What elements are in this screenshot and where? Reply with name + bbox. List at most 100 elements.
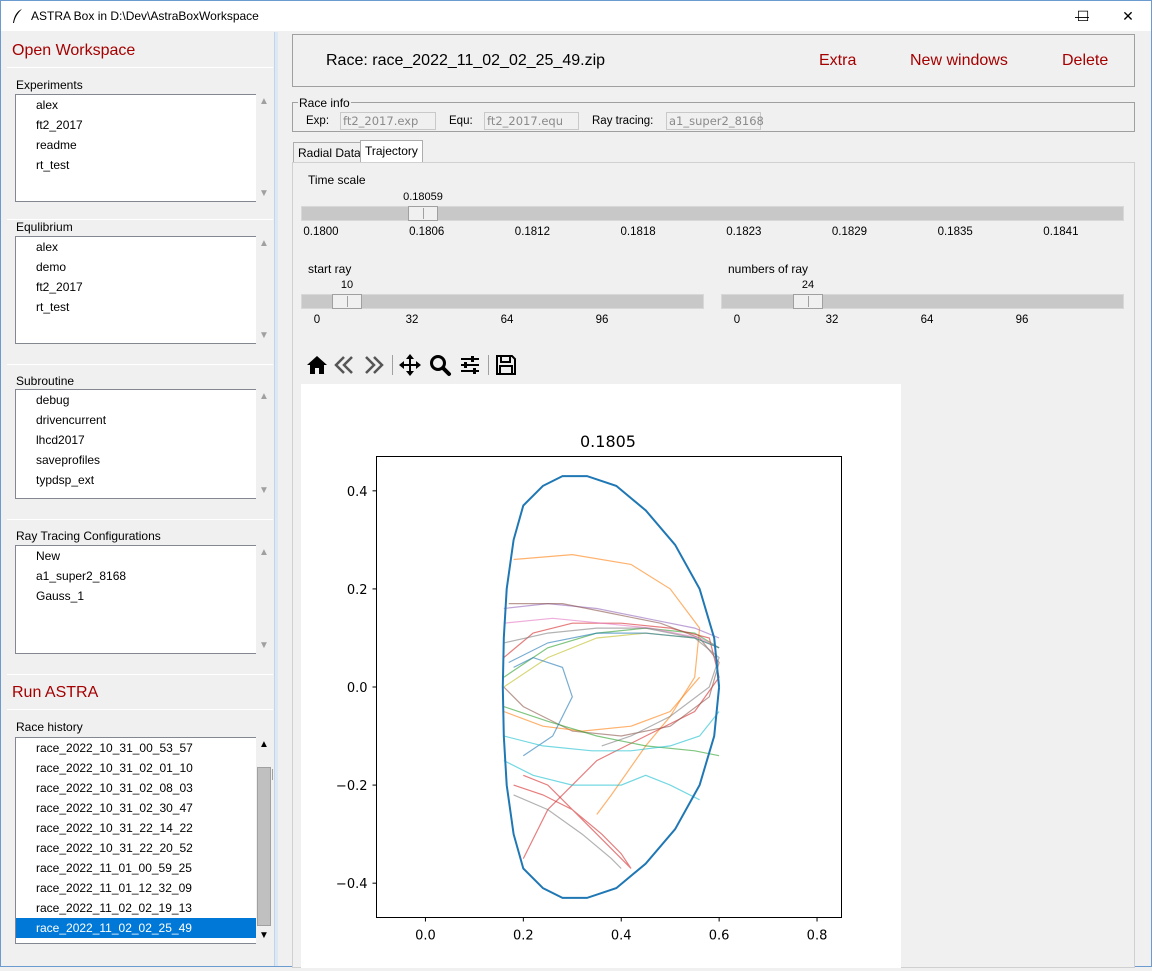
divider [7,709,273,710]
vertical-scrollbar[interactable]: ▲ ▼ [256,94,272,202]
time-scale-slider-thumb[interactable] [408,206,438,221]
start-ray-slider[interactable] [301,294,704,309]
list-item[interactable]: a1_super2_8168 [16,566,256,586]
list-item[interactable]: debug [16,390,256,410]
chart-axes-frame [376,456,842,918]
vertical-scrollbar[interactable]: ▲ ▼ [256,389,272,499]
tab-trajectory[interactable]: Trajectory [360,140,423,163]
scroll-down-icon[interactable]: ▼ [256,328,272,344]
race-info-title: Race info [298,96,351,110]
slider-tick-label: 0.1800 [303,226,339,238]
exp-field[interactable]: ft2_2017.exp [340,112,436,130]
maximize-button[interactable]: ☐ [1060,1,1106,31]
run-astra-heading[interactable]: Run ASTRA [12,684,98,702]
slider-tick-label: 64 [920,314,934,326]
list-item[interactable]: New [16,546,256,566]
list-item[interactable]: readme [16,135,256,155]
race-history-list[interactable]: race_2022_10_31_00_53_57 race_2022_10_31_… [15,737,273,944]
ray-tracing-list[interactable]: New a1_super2_8168 Gauss_1 ▲ ▼ [15,545,272,654]
scroll-down-icon[interactable]: ▼ [256,186,272,202]
x-axis-ticks: 0.0 0.2 0.4 0.6 0.8 [415,917,827,944]
list-item[interactable]: race_2022_10_31_02_30_47 [16,798,256,818]
list-item[interactable]: lhcd2017 [16,430,256,450]
extra-button[interactable]: Extra [819,52,856,70]
pan-icon[interactable] [398,353,422,377]
slider-tick-label: 0.1829 [831,226,868,238]
list-item[interactable]: rt_test [16,297,256,317]
list-item[interactable]: race_2022_10_31_00_53_57 [16,738,256,758]
numbers-of-ray-slider-thumb[interactable] [793,294,823,309]
y-tick-label: 0.4 [347,485,368,500]
scroll-up-icon[interactable]: ▲ [256,389,272,405]
subroutine-list[interactable]: debug drivencurrent lhcd2017 saveprofiles ty… [15,389,272,499]
list-item[interactable]: ft2_2017 [16,277,256,297]
save-icon[interactable] [494,353,518,377]
scroll-up-icon[interactable]: ▲ [256,737,272,753]
list-item[interactable]: race_2022_10_31_02_01_10 [16,758,256,778]
list-item[interactable]: ft2_2017 [16,115,256,135]
list-item[interactable]: demo [16,257,256,277]
list-item[interactable]: race_2022_10_31_22_20_52 [16,838,256,858]
slider-tick-label: 96 [1015,314,1029,326]
numbers-of-ray-value: 24 [801,279,815,291]
list-item[interactable]: race_2022_11_01_00_59_25 [16,858,256,878]
configure-subplots-icon[interactable] [458,353,482,377]
scrollbar-thumb[interactable] [257,767,273,926]
zoom-icon[interactable] [428,353,452,377]
list-item[interactable]: race_2022_10_31_22_14_22 [16,818,256,838]
chart-series-group [503,553,720,869]
scroll-down-icon[interactable]: ▼ [256,638,272,654]
list-item[interactable]: alex [16,237,256,257]
scroll-up-icon[interactable]: ▲ [256,236,272,252]
list-item[interactable]: race_2022_10_31_02_08_03 [16,778,256,798]
tab-radial-data[interactable]: Radial Data [293,142,366,163]
list-item[interactable]: typdsp_ext [16,470,256,490]
time-scale-label: Time scale [308,173,366,187]
list-item[interactable]: Gauss_1 [16,586,256,606]
start-ray-label: start ray [308,262,352,276]
divider [7,674,273,675]
forward-icon[interactable] [361,353,385,377]
experiments-list[interactable]: alex ft2_2017 readme rt_test ▲ ▼ [15,94,272,202]
scroll-down-icon[interactable]: ▼ [256,483,272,499]
pane-splitter[interactable] [274,32,278,966]
window-title: ASTRA Box in D:\Dev\AstraBoxWorkspace [31,9,259,23]
list-item[interactable]: race_2022_11_02_02_19_13 [16,898,256,918]
list-item[interactable]: race_2022_11_01_12_32_09 [16,878,256,898]
scroll-down-icon[interactable]: ▼ [256,928,272,944]
subroutine-label: Subroutine [16,374,75,388]
time-scale-slider[interactable] [301,206,1124,221]
start-ray-slider-thumb[interactable] [332,294,362,309]
delete-button[interactable]: Delete [1062,52,1108,70]
equ-label: Equ: [449,115,473,127]
slider-tick-label: 32 [405,314,419,326]
list-item[interactable]: rt_test [16,155,256,175]
ray-tracing-field-label: Ray tracing: [592,115,654,127]
equilibrium-list[interactable]: alex demo ft2_2017 rt_test ▲ ▼ [15,236,272,344]
slider-tick-label: 0.1841 [1043,226,1079,238]
ray-tracing-field[interactable]: a1_super2_8168 [666,112,764,130]
list-item[interactable]: race_2022_11_02_02_25_49 [16,918,256,938]
close-icon: ✕ [1122,7,1134,24]
scroll-up-icon[interactable]: ▲ [256,94,272,110]
numbers-of-ray-slider[interactable] [721,294,1124,309]
title-bar: ASTRA Box in D:\Dev\AstraBoxWorkspace — … [1,1,1151,31]
scroll-up-icon[interactable]: ▲ [256,545,272,561]
vertical-scrollbar[interactable]: ▲ ▼ [256,236,272,344]
start-ray-value: 10 [340,279,354,291]
new-windows-button[interactable]: New windows [910,52,1008,70]
list-item[interactable]: alex [16,95,256,115]
list-item[interactable]: saveprofiles [16,450,256,470]
home-icon[interactable] [305,353,329,377]
equ-field[interactable]: ft2_2017.equ [484,112,579,130]
back-icon[interactable] [333,353,357,377]
open-workspace-heading[interactable]: Open Workspace [12,42,135,60]
x-tick-label: 0.4 [611,929,632,944]
slider-tick-label: 96 [595,314,609,326]
vertical-scrollbar[interactable]: ▲ ▼ [256,545,272,654]
list-item[interactable]: drivencurrent [16,410,256,430]
vertical-scrollbar[interactable]: ▲ ▼ [256,737,273,944]
trajectory-plot[interactable]: 0.1805 0.0 0.2 0.4 0.6 0.8 0.4 0.2 0.0 −0.2 −0.4 [301,384,901,968]
feather-app-icon [13,9,22,23]
close-button[interactable]: ✕ [1105,1,1151,31]
